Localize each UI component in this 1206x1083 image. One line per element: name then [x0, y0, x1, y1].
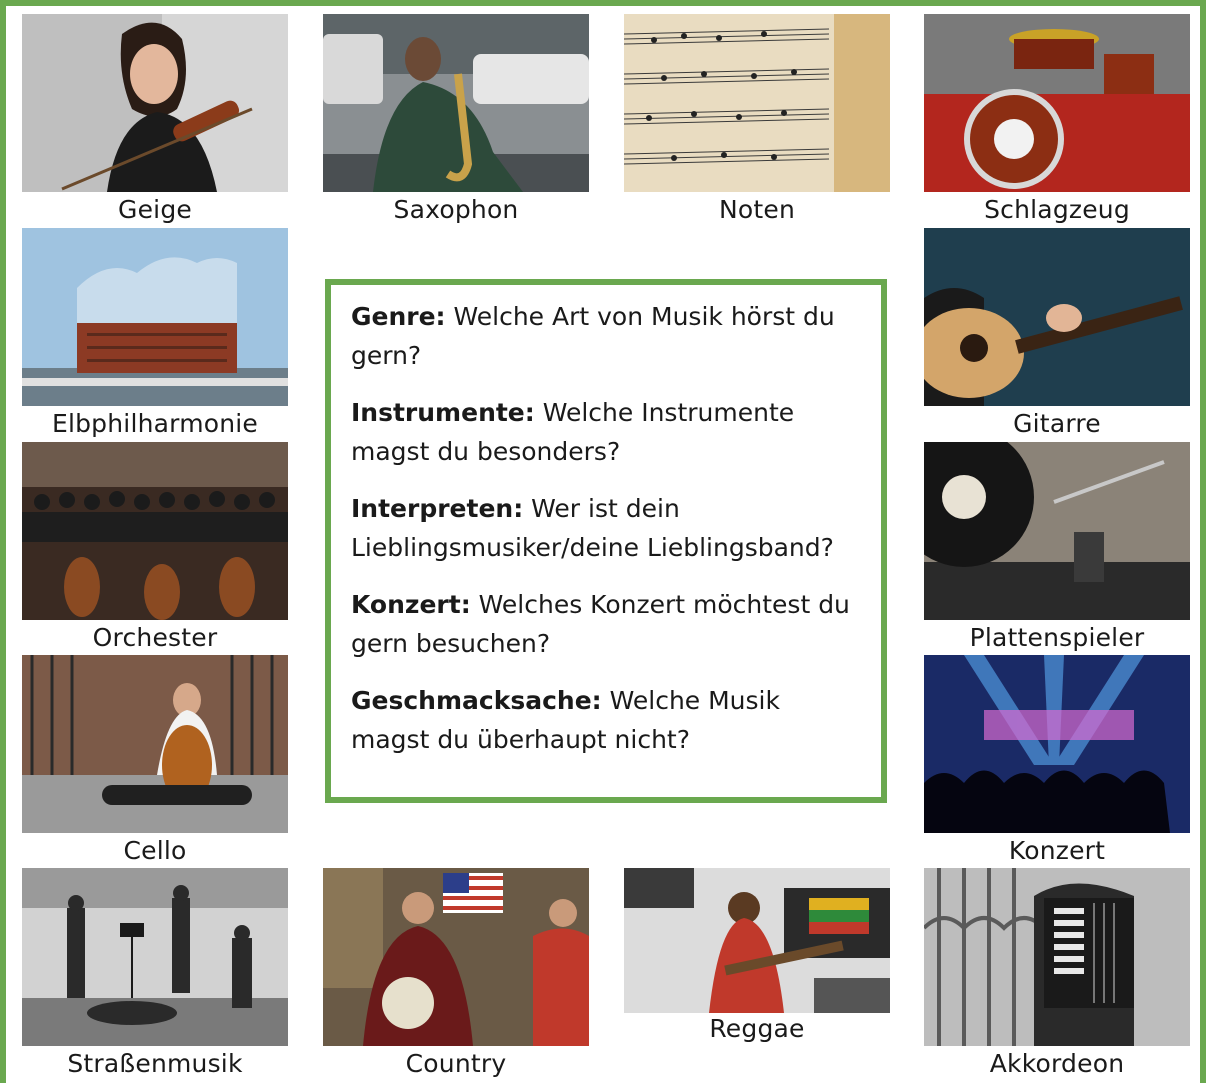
violinist-photo [22, 14, 288, 192]
question-term: Genre: [351, 302, 446, 331]
tile-caption: Country [405, 1049, 507, 1078]
question-konzert: Konzert: Welches Konzert möchtest du ger… [351, 585, 859, 663]
questions-box: Genre: Welche Art von Musik hörst du ger… [325, 279, 887, 803]
reggae-bassist-photo [624, 868, 890, 1013]
orchestra-photo [22, 442, 288, 620]
country-band-photo [323, 868, 589, 1046]
question-term: Geschmacksache: [351, 686, 602, 715]
accordion-player-photo [924, 868, 1190, 1046]
concert-crowd-photo [924, 655, 1190, 833]
question-term: Konzert: [351, 590, 471, 619]
tile-caption: Reggae [709, 1014, 805, 1043]
question-geschmacksache: Geschmacksache: Welche Musik magst du üb… [351, 681, 859, 759]
tile-caption: Saxophon [393, 195, 519, 224]
tile-caption: Straßenmusik [67, 1049, 243, 1078]
tile-caption: Orchester [92, 623, 218, 652]
tile-caption: Gitarre [1013, 409, 1101, 438]
tile-caption: Cello [123, 836, 187, 865]
tile-caption: Elbphilharmonie [51, 409, 259, 438]
street-musicians-photo [22, 868, 288, 1046]
tile-caption: Akkordeon [989, 1049, 1125, 1078]
question-instrumente: Instrumente: Welche Instrumente magst du… [351, 393, 859, 471]
sheet-music-photo [624, 14, 890, 192]
tile-caption: Geige [118, 195, 192, 224]
turntable-photo [924, 442, 1190, 620]
question-genre: Genre: Welche Art von Musik hörst du ger… [351, 297, 859, 375]
tile-caption: Noten [718, 195, 796, 224]
drum-kit-photo [924, 14, 1190, 192]
cellist-photo [22, 655, 288, 833]
question-interpreten: Interpreten: Wer ist dein Lieblingsmusik… [351, 489, 859, 567]
question-term: Instrumente: [351, 398, 535, 427]
acoustic-guitar-photo [924, 228, 1190, 406]
elbphilharmonie-photo [22, 228, 288, 406]
saxophone-player-photo [323, 14, 589, 192]
question-term: Interpreten: [351, 494, 524, 523]
tile-caption: Schlagzeug [984, 195, 1130, 224]
tile-caption: Plattenspieler [969, 623, 1145, 652]
tile-caption: Konzert [1008, 836, 1106, 865]
